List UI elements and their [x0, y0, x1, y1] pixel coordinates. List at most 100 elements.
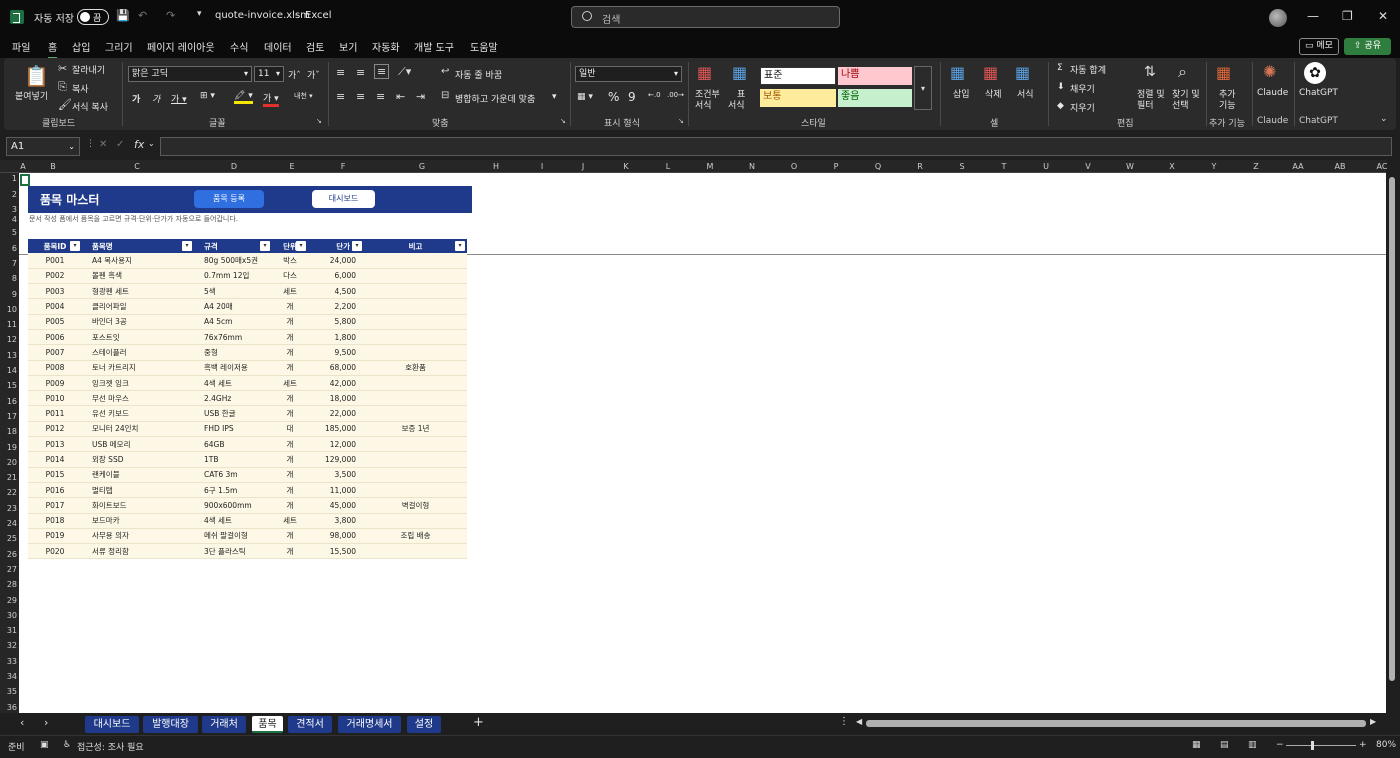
- column-header[interactable]: D: [195, 162, 273, 171]
- cell-item-id[interactable]: P011: [28, 405, 82, 422]
- merge-dropdown-icon[interactable]: ▾: [552, 92, 557, 102]
- cell-item-note[interactable]: [364, 298, 467, 315]
- cell-item-note[interactable]: [364, 314, 467, 330]
- normal-view-icon[interactable]: ▦: [1192, 740, 1201, 750]
- row-header[interactable]: 21: [0, 473, 17, 482]
- cell-item-id[interactable]: P015: [28, 467, 82, 483]
- delete-cells-button[interactable]: 삭제: [985, 87, 1002, 100]
- ribbon-collapse-icon[interactable]: ⌄: [1380, 114, 1388, 124]
- cell-item-note[interactable]: 벽걸이형: [364, 497, 467, 514]
- zoom-in-icon[interactable]: +: [1359, 740, 1367, 750]
- cut-button[interactable]: 잘라내기: [72, 63, 105, 76]
- cell-item-note[interactable]: [364, 405, 467, 422]
- column-header[interactable]: AA: [1277, 162, 1319, 171]
- row-header[interactable]: 36: [0, 703, 17, 712]
- menu-developer[interactable]: 개발 도구: [414, 39, 454, 54]
- column-header[interactable]: F: [311, 162, 375, 171]
- cell-item-id[interactable]: P005: [28, 314, 82, 330]
- tab-scroll-right-icon[interactable]: ›: [44, 716, 48, 729]
- row-header[interactable]: 25: [0, 534, 17, 543]
- fill-button[interactable]: 채우기: [1070, 82, 1095, 95]
- cell-item-spec[interactable]: CAT6 3m: [194, 467, 272, 483]
- menu-view[interactable]: 보기: [339, 39, 357, 54]
- cell-item-note[interactable]: [364, 253, 467, 269]
- cell-item-name[interactable]: 외장 SSD: [82, 451, 194, 468]
- align-middle-icon[interactable]: ≡: [356, 66, 365, 79]
- cell-item-unit[interactable]: 개: [272, 405, 308, 422]
- cell-item-note[interactable]: [364, 467, 467, 483]
- cell-item-note[interactable]: [364, 390, 467, 407]
- chatgpt-button[interactable]: ChatGPT: [1299, 88, 1338, 98]
- menu-insert[interactable]: 삽입: [72, 39, 90, 54]
- addins-label2[interactable]: 기능: [1219, 98, 1236, 111]
- row-header[interactable]: 17: [0, 412, 17, 421]
- active-cell[interactable]: [20, 174, 30, 186]
- cell-item-name[interactable]: 볼펜 흑색: [82, 268, 194, 285]
- font-grow-icon[interactable]: 가ˆ: [288, 68, 301, 81]
- row-header[interactable]: 23: [0, 504, 17, 513]
- row-header[interactable]: 20: [0, 458, 17, 467]
- cell-item-note[interactable]: [364, 513, 467, 529]
- cell-item-spec[interactable]: USB 한글: [194, 405, 272, 422]
- dashboard-button[interactable]: 대시보드: [312, 190, 375, 208]
- cell-item-unit[interactable]: 박스: [272, 253, 308, 269]
- sort-filter-label2[interactable]: 필터: [1137, 98, 1154, 111]
- cell-item-id[interactable]: P010: [28, 390, 82, 407]
- column-header[interactable]: B: [27, 162, 79, 171]
- row-header[interactable]: 16: [0, 397, 17, 406]
- column-header[interactable]: AC: [1361, 162, 1400, 171]
- cell-item-price[interactable]: 12,000: [308, 436, 364, 453]
- cell-item-id[interactable]: P019: [28, 528, 82, 545]
- column-header[interactable]: L: [647, 162, 689, 171]
- cell-item-name[interactable]: 무선 마우스: [82, 390, 194, 407]
- table-row[interactable]: P002 볼펜 흑색 0.7mm 12입 다스 6,000: [28, 268, 467, 285]
- column-header[interactable]: Y: [1193, 162, 1235, 171]
- cell-item-price[interactable]: 18,000: [308, 390, 364, 407]
- row-header[interactable]: 9: [0, 290, 17, 299]
- filter-dropdown-icon[interactable]: ▾: [352, 241, 362, 251]
- cell-item-unit[interactable]: 개: [272, 482, 308, 499]
- cell-item-spec[interactable]: 2.4GHz: [194, 390, 272, 407]
- alignment-dialog-launcher-icon[interactable]: ↘: [560, 117, 566, 125]
- cell-item-name[interactable]: 랜케이블: [82, 467, 194, 483]
- row-header[interactable]: 31: [0, 626, 17, 635]
- cell-item-spec[interactable]: 0.7mm 12입: [194, 268, 272, 285]
- zoom-slider[interactable]: [1286, 745, 1356, 746]
- row-header[interactable]: 29: [0, 596, 17, 605]
- row-header[interactable]: 4: [0, 215, 17, 224]
- cell-item-spec[interactable]: A4 20매: [194, 298, 272, 315]
- underline-icon[interactable]: 가 ▾: [171, 92, 187, 105]
- row-header[interactable]: 18: [0, 427, 17, 436]
- style-normal[interactable]: 표준: [760, 67, 836, 85]
- column-header[interactable]: A: [19, 162, 27, 171]
- style-bad[interactable]: 나쁨: [838, 67, 912, 85]
- add-sheet-icon[interactable]: +: [473, 715, 484, 730]
- cell-item-price[interactable]: 11,000: [308, 482, 364, 499]
- styles-more-icon[interactable]: ▾: [914, 66, 932, 110]
- tab-bar-more-icon[interactable]: ⋮: [839, 716, 849, 727]
- zoom-level[interactable]: 80%: [1376, 740, 1396, 750]
- row-header[interactable]: 14: [0, 366, 17, 375]
- cell-item-spec[interactable]: 1TB: [194, 451, 272, 468]
- cell-item-id[interactable]: P004: [28, 298, 82, 315]
- align-left-icon[interactable]: ≡: [336, 90, 345, 103]
- cell-item-unit[interactable]: 개: [272, 390, 308, 407]
- bold-icon[interactable]: 가: [132, 92, 140, 105]
- column-header[interactable]: O: [773, 162, 815, 171]
- cell-item-spec[interactable]: 흑백 레이저용: [194, 360, 272, 376]
- tab-clients[interactable]: 거래처: [202, 716, 246, 733]
- confirm-entry-icon[interactable]: ✓: [116, 139, 124, 150]
- row-header[interactable]: 5: [0, 228, 17, 237]
- column-header[interactable]: K: [605, 162, 647, 171]
- cell-item-price[interactable]: 3,500: [308, 467, 364, 483]
- menu-data[interactable]: 데이터: [264, 39, 292, 54]
- page-break-view-icon[interactable]: ▥: [1248, 740, 1257, 750]
- font-size-select[interactable]: 11 ▾: [254, 66, 284, 82]
- insert-function-icon[interactable]: fx: [134, 138, 144, 151]
- cell-item-name[interactable]: 형광펜 세트: [82, 283, 194, 300]
- tab-items[interactable]: 품목: [252, 716, 283, 733]
- column-header[interactable]: P: [815, 162, 857, 171]
- cell-item-unit[interactable]: 개: [272, 344, 308, 361]
- filter-dropdown-icon[interactable]: ▾: [260, 241, 270, 251]
- cell-item-id[interactable]: P002: [28, 268, 82, 285]
